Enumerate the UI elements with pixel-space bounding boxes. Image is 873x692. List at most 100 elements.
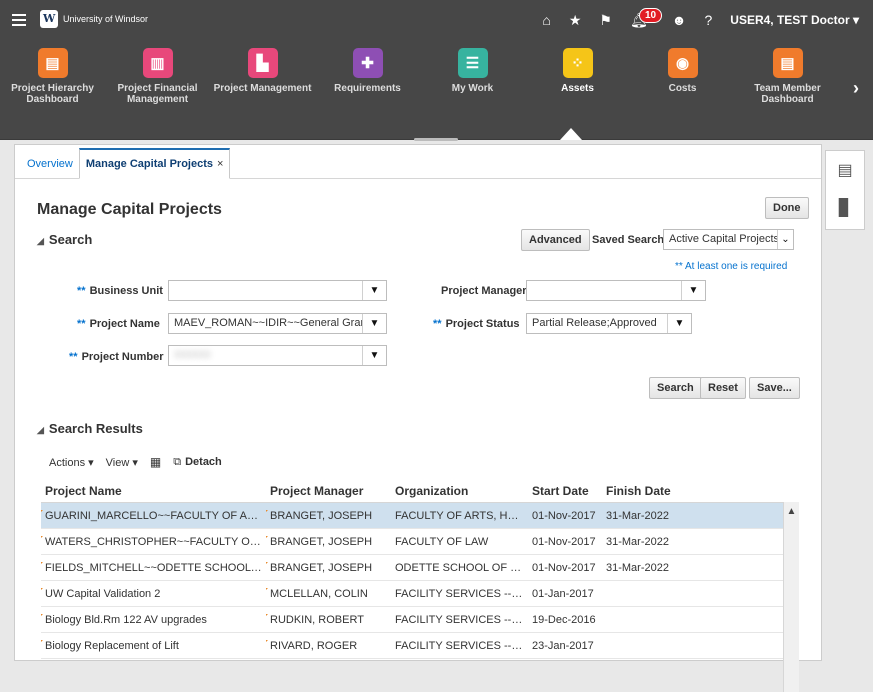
column-header[interactable]: Project Manager	[266, 480, 391, 502]
actions-menu[interactable]: Actions ▾	[49, 456, 94, 469]
menu-icon[interactable]	[12, 14, 26, 26]
business-unit-label: ** Business Unit	[77, 285, 163, 297]
tab-overview[interactable]: Overview	[21, 150, 79, 178]
table-row[interactable]: GUARINI_MARCELLO~~FACULTY OF ART... BRANG…	[41, 503, 783, 529]
analytics-icon[interactable]: ▊	[826, 189, 864, 227]
springboard-label: Team Member Dashboard	[754, 83, 821, 105]
main-panel: Overview Manage Capital Projects × Manage…	[14, 144, 822, 692]
table-cell: UW Capital Validation 2	[41, 587, 266, 600]
required-marker: **	[433, 318, 442, 330]
user-name: USER4, TEST Doctor	[730, 13, 850, 27]
done-button[interactable]: Done	[765, 197, 809, 219]
table-cell: MCLELLAN, COLIN	[266, 587, 391, 600]
table-cell: FACILITY SERVICES -- M...	[395, 613, 528, 626]
table-cell: FACILITY SERVICES -- P...	[395, 587, 528, 600]
notifications-bell-icon[interactable]: 🔔︎ 10	[630, 7, 663, 29]
springboard-item[interactable]: ◉ Costs	[630, 48, 735, 128]
saved-search-label: Saved Search	[592, 234, 665, 246]
table-cell: FACULTY OF ARTS, HUM...	[395, 509, 528, 522]
column-header[interactable]: Finish Date	[602, 480, 682, 502]
table-row[interactable]: FIELDS_MITCHELL~~ODETTE SCHOOL ... BRANGE…	[41, 555, 783, 581]
chevron-down-icon[interactable]: ⌄	[777, 230, 793, 249]
project-number-value: 000000	[174, 349, 211, 361]
table-cell: BRANGET, JOSEPH	[266, 509, 391, 522]
project-number-label-text: Project Number	[81, 351, 164, 363]
project-status-value: Partial Release;Approved	[532, 317, 657, 329]
column-header[interactable]: Organization	[391, 480, 528, 502]
university-logo[interactable]: University of Windsor	[40, 10, 148, 28]
saved-search-select[interactable]: Active Capital Projects ⌄	[663, 229, 794, 250]
chevron-down-icon[interactable]: ▼	[362, 314, 386, 333]
springboard-item[interactable]: ▥ Project Financial Management	[105, 48, 210, 128]
table-cell: FIELDS_MITCHELL~~ODETTE SCHOOL ...	[41, 561, 266, 574]
chevron-down-icon[interactable]: ▼	[362, 281, 386, 300]
project-manager-select[interactable]: ▼	[526, 280, 706, 301]
save-search-button[interactable]: Save...	[749, 377, 800, 399]
springboard-item[interactable]: ⁘ Assets	[525, 48, 630, 128]
springboard-item[interactable]: ▤ Project Hierarchy Dashboard	[0, 48, 105, 128]
table-cell: BRANGET, JOSEPH	[266, 535, 391, 548]
project-status-select[interactable]: Partial Release;Approved ▼	[526, 313, 692, 334]
tab-overview-label: Overview	[27, 158, 73, 170]
user-menu[interactable]: USER4, TEST Doctor ▾	[730, 13, 859, 27]
springboard-item[interactable]: ▤ Team Member Dashboard	[735, 48, 840, 128]
chevron-down-icon[interactable]: ▼	[362, 346, 386, 365]
freeze-icon[interactable]: ▦	[150, 455, 161, 469]
results-section-header[interactable]: ◢ Search Results	[37, 421, 143, 436]
home-icon[interactable]: ⌂	[542, 12, 550, 28]
table-cell: GUARINI_MARCELLO~~FACULTY OF ART...	[41, 509, 266, 522]
table-cell: 01-Nov-2017	[532, 561, 596, 574]
table-cell: 01-Nov-2017	[532, 535, 596, 548]
scroll-up-icon[interactable]: ▲	[784, 502, 799, 517]
business-unit-select[interactable]: ▼	[168, 280, 387, 301]
favorites-star-icon[interactable]: ★	[569, 12, 582, 29]
springboard-tile-icon: ▥	[142, 48, 173, 78]
page-title: Manage Capital Projects	[37, 201, 222, 218]
chevron-down-icon[interactable]: ▼	[667, 314, 691, 333]
springboard-item[interactable]: ▙ Project Management	[210, 48, 315, 128]
springboard-label: Project Management	[213, 83, 312, 94]
project-number-select[interactable]: 000000 ▼	[168, 345, 387, 366]
vertical-scrollbar[interactable]: ▲	[783, 502, 799, 692]
table-cell: 31-Mar-2022	[606, 509, 669, 522]
accessibility-icon[interactable]: ☻	[672, 12, 687, 28]
collapse-search-icon: ◢	[37, 236, 44, 246]
brand-text: University of Windsor	[63, 14, 149, 24]
search-section-header[interactable]: ◢ Search	[37, 232, 92, 247]
springboard-grabber[interactable]	[414, 138, 458, 141]
flag-icon[interactable]: ⚑	[599, 12, 612, 29]
column-header[interactable]: Start Date	[528, 480, 602, 502]
springboard-item[interactable]: ✚ Requirements	[315, 48, 420, 128]
project-status-label-text: Project Status	[445, 318, 520, 330]
project-name-select[interactable]: MAEV_ROMAN~~IDIR~~General Grant~ ▼	[168, 313, 387, 334]
table-cell: 01-Nov-2017	[532, 509, 596, 522]
springboard-label: Project Hierarchy Dashboard	[11, 83, 94, 105]
table-cell: FACILITY SERVICES -- M...	[395, 639, 528, 652]
tab-active-label: Manage Capital Projects	[85, 158, 213, 170]
tab-bar: Overview Manage Capital Projects ×	[15, 145, 821, 179]
springboard-label: My Work	[451, 83, 494, 94]
search-button[interactable]: Search	[649, 377, 702, 399]
table-cell: 23-Jan-2017	[532, 639, 594, 652]
table-row[interactable]: Biology Replacement of Lift RIVARD, ROGER…	[41, 633, 783, 659]
table-row[interactable]: UW Capital Validation 2 MCLELLAN, COLIN FA…	[41, 581, 783, 607]
detach-button[interactable]: ⧉ Detach	[173, 456, 234, 469]
results-heading: Search Results	[48, 421, 143, 436]
tasks-icon[interactable]: ▤	[826, 151, 864, 189]
help-icon[interactable]: ?	[704, 12, 712, 28]
springboard-next-icon[interactable]: ›	[853, 78, 859, 99]
view-menu[interactable]: View ▾	[106, 456, 138, 469]
chevron-down-icon[interactable]: ▼	[681, 281, 705, 300]
reset-button[interactable]: Reset	[700, 377, 746, 399]
table-cell: Biology Replacement of Lift	[41, 639, 266, 652]
tab-manage-capital-projects[interactable]: Manage Capital Projects ×	[78, 148, 231, 179]
springboard-label: Costs	[668, 83, 697, 94]
close-tab-icon[interactable]: ×	[217, 158, 223, 170]
springboard-item[interactable]: ☰ My Work	[420, 48, 525, 128]
column-header[interactable]: Project Name	[41, 480, 266, 502]
table-row[interactable]: WATERS_CHRISTOPHER~~FACULTY OF ... BRANGE…	[41, 529, 783, 555]
advanced-button[interactable]: Advanced	[521, 229, 590, 251]
springboard-tile-icon: ◉	[667, 48, 698, 78]
project-name-label: ** Project Name	[77, 318, 160, 330]
table-row[interactable]: Biology Bld.Rm 122 AV upgrades RUDKIN, RO…	[41, 607, 783, 633]
